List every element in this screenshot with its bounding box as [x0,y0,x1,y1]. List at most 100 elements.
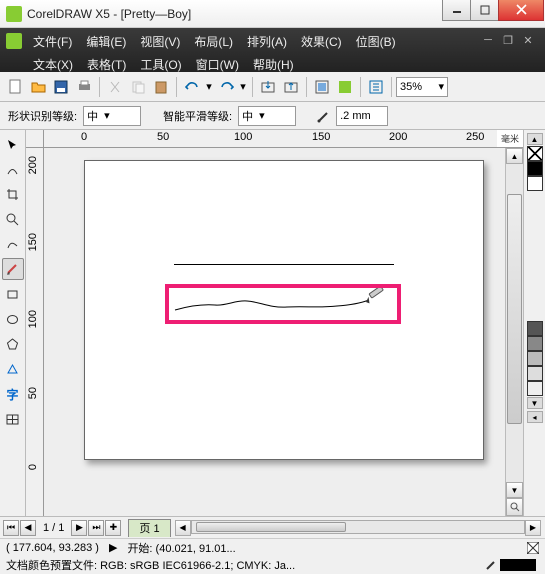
table-tool[interactable] [2,408,24,430]
options-icon[interactable] [365,76,387,98]
color-swatch[interactable] [527,336,543,351]
menu-arrange[interactable]: 排列(A) [240,30,294,53]
horizontal-scrollbar[interactable]: ◀ ▶ [175,520,541,536]
redo-dropdown-icon[interactable]: ▾ [238,76,248,98]
maximize-button[interactable] [470,0,499,21]
shape-recognition-combo[interactable]: 中▾ [83,106,141,126]
fill-none-icon [527,542,539,554]
straight-line-object [174,264,394,265]
scroll-up-icon[interactable]: ▲ [506,148,523,164]
pick-tool[interactable] [2,133,24,155]
chevron-down-icon: ▾ [259,109,265,122]
menu-view[interactable]: 视图(V) [133,30,187,53]
prev-page-icon[interactable]: ◀ [20,520,36,536]
menu-edit[interactable]: 编辑(E) [79,30,133,53]
stroke-width-input[interactable]: .2 mm [336,106,388,126]
launcher-icon[interactable] [311,76,333,98]
scroll-thumb[interactable] [507,194,522,424]
scroll-down-icon[interactable]: ▼ [506,482,523,498]
color-palette: ▲ ▼ ◂ [523,130,545,516]
menu-layout[interactable]: 布局(L) [187,30,240,53]
chevron-down-icon: ▾ [438,80,444,93]
export-icon[interactable] [280,76,302,98]
mdi-minimize-icon[interactable]: ─ [481,33,495,47]
smart-smooth-combo[interactable]: 中▾ [238,106,296,126]
scroll-thumb[interactable] [196,522,346,532]
zoom-value: 35% [400,81,422,93]
menu-tools[interactable]: 工具(O) [133,53,188,76]
outline-pen-icon [485,559,497,571]
palette-up-icon[interactable]: ▲ [527,133,543,145]
undo-icon[interactable] [181,76,203,98]
new-icon[interactable] [4,76,26,98]
window-title: CorelDRAW X5 - [Pretty—Boy] [27,7,443,21]
save-icon[interactable] [50,76,72,98]
close-button[interactable] [498,0,544,21]
color-swatch[interactable] [527,161,543,176]
copy-icon[interactable] [127,76,149,98]
minimize-button[interactable] [442,0,471,21]
polygon-tool[interactable] [2,333,24,355]
chevron-down-icon: ▾ [104,109,110,122]
mdi-restore-icon[interactable]: ❐ [501,33,515,47]
navigator-icon[interactable] [506,498,523,516]
crop-tool[interactable] [2,183,24,205]
menu-file[interactable]: 文件(F) [26,30,79,53]
mdi-close-icon[interactable]: ✕ [521,33,535,47]
color-swatch[interactable] [527,176,543,191]
palette-down-icon[interactable]: ▼ [527,397,543,409]
ellipse-tool[interactable] [2,308,24,330]
cursor-coords: ( 177.604, 93.283 ) [6,542,99,554]
ruler-origin[interactable] [26,130,44,147]
scroll-left-icon[interactable]: ◀ [175,520,191,536]
menu-help[interactable]: 帮助(H) [246,53,301,76]
zoom-combo[interactable]: 35% ▾ [396,77,448,97]
add-page-icon[interactable]: ✚ [105,520,121,536]
cut-icon[interactable] [104,76,126,98]
first-page-icon[interactable]: ⏮ [3,520,19,536]
menu-bitmap[interactable]: 位图(B) [349,30,403,53]
print-icon[interactable] [73,76,95,98]
import-icon[interactable] [257,76,279,98]
redo-icon[interactable] [215,76,237,98]
smart-smooth-label: 智能平滑等级: [163,108,232,124]
menu-text[interactable]: 文本(X) [26,53,80,76]
outline-color-swatch[interactable] [500,559,536,571]
text-tool[interactable]: 字 [2,383,24,405]
basic-shape-tool[interactable] [2,358,24,380]
color-swatch[interactable] [527,351,543,366]
toolbox: 字 [0,130,26,516]
welcome-icon[interactable] [334,76,356,98]
shape-recognition-label: 形状识别等级: [8,108,77,124]
pen-icon [316,109,330,123]
menu-table[interactable]: 表格(T) [80,53,133,76]
freehand-tool[interactable] [2,233,24,255]
menu-effect[interactable]: 效果(C) [294,30,349,53]
horizontal-ruler: 0 50 100 150 200 250 [44,130,497,147]
next-page-icon[interactable]: ▶ [109,541,117,554]
color-swatch[interactable] [527,366,543,381]
no-color-swatch[interactable] [527,146,543,161]
vertical-ruler: 200 150 100 50 0 [26,148,44,516]
last-page-icon[interactable]: ⏭ [88,520,104,536]
ruler-unit: 毫米 [497,130,523,147]
smart-draw-tool[interactable] [2,258,24,280]
undo-dropdown-icon[interactable]: ▾ [204,76,214,98]
annotation-highlight [165,284,401,324]
palette-flyout-icon[interactable]: ◂ [527,411,543,423]
shape-tool[interactable] [2,158,24,180]
vertical-scrollbar[interactable]: ▲ ▼ [505,148,523,516]
color-swatch[interactable] [527,321,543,336]
app-icon [6,6,22,22]
open-icon[interactable] [27,76,49,98]
paste-icon[interactable] [150,76,172,98]
color-swatch[interactable] [527,381,543,396]
rectangle-tool[interactable] [2,283,24,305]
scroll-right-icon[interactable]: ▶ [525,520,541,536]
next-page-icon[interactable]: ▶ [71,520,87,536]
page-tab[interactable]: 页 1 [128,519,170,537]
menu-window[interactable]: 窗口(W) [189,53,246,76]
color-profile: 文档颜色预置文件: RGB: sRGB IEC61966-2.1; CMYK: … [6,557,295,573]
zoom-tool[interactable] [2,208,24,230]
canvas[interactable] [44,148,505,516]
